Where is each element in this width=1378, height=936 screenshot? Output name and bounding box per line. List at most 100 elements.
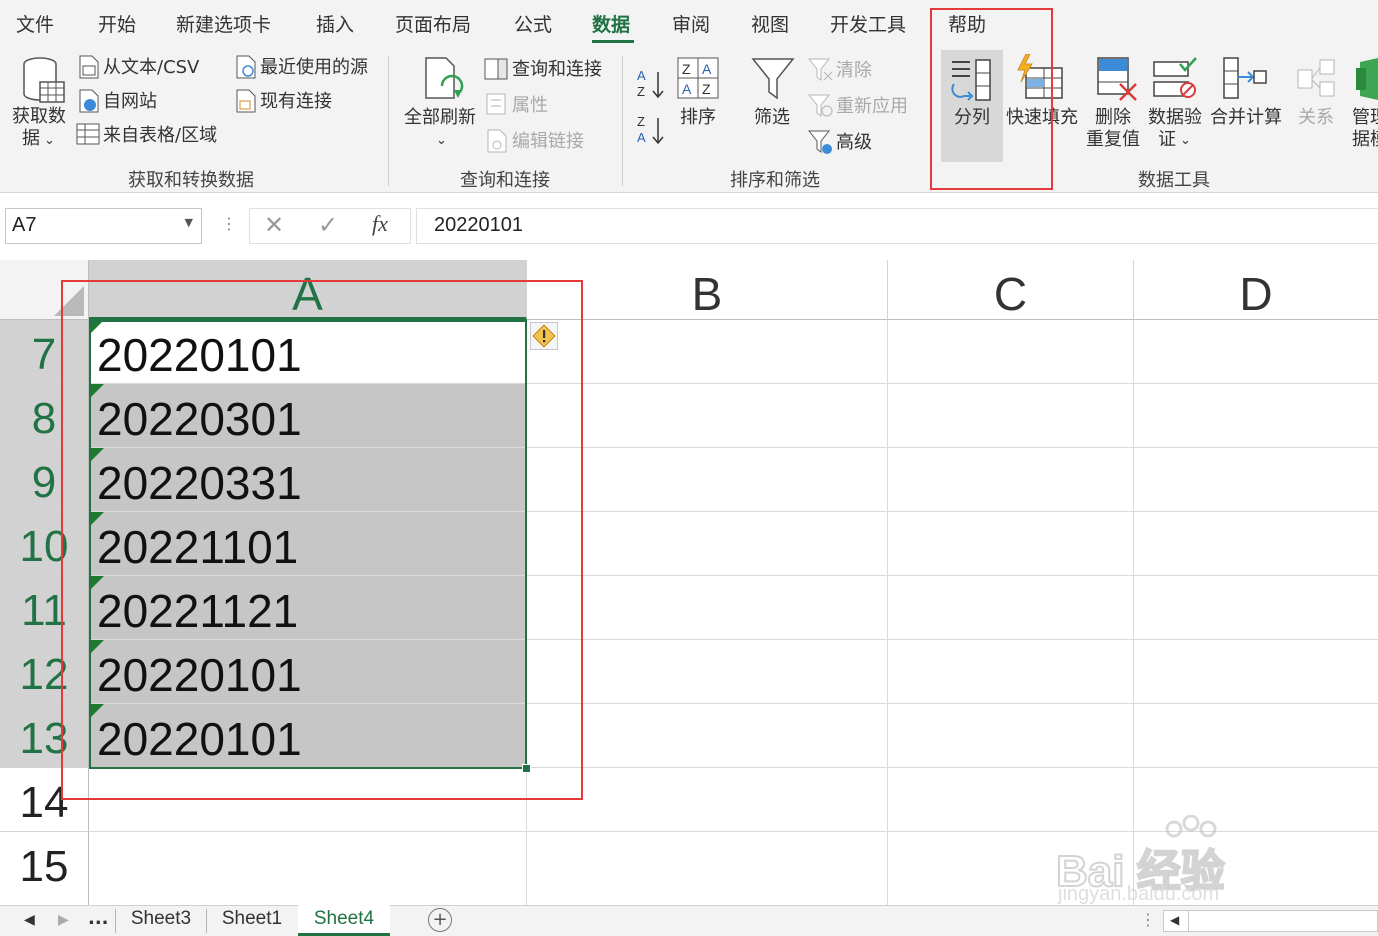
manage-data-model-button[interactable]: 管理 xyxy=(1352,107,1378,129)
existing-connections-button[interactable]: 现有连接 xyxy=(260,91,332,113)
svg-text:A: A xyxy=(702,61,712,77)
advanced-button[interactable]: 高级 xyxy=(836,132,872,154)
web-icon xyxy=(79,89,99,113)
queries-connections-icon xyxy=(484,58,508,80)
from-table-range-button[interactable]: 来自表格/区域 xyxy=(103,125,217,147)
reapply-button[interactable]: 重新应用 xyxy=(836,96,908,118)
tab-page-layout[interactable]: 页面布局 xyxy=(395,10,471,37)
cell[interactable] xyxy=(888,448,1134,512)
cell[interactable] xyxy=(888,512,1134,576)
svg-text:Z: Z xyxy=(682,61,691,77)
tab-home[interactable]: 开始 xyxy=(98,10,136,37)
cell[interactable] xyxy=(888,576,1134,640)
data-validation-button-line2[interactable]: 证 xyxy=(1158,129,1176,151)
cell[interactable] xyxy=(888,384,1134,448)
sheet-tab-sheet1[interactable]: Sheet1 xyxy=(207,906,297,936)
cell[interactable] xyxy=(527,832,888,905)
properties-icon xyxy=(486,93,506,115)
chevron-down-icon: ⌄ xyxy=(436,133,447,148)
from-text-csv-button[interactable]: 从文本/CSV xyxy=(103,57,199,79)
recent-sources-icon xyxy=(236,55,256,79)
svg-text:A: A xyxy=(682,81,692,97)
sheet-tab-sheet4[interactable]: Sheet4 xyxy=(298,906,390,936)
remove-duplicates-button[interactable]: 删除 xyxy=(1095,107,1131,129)
scroll-left-icon[interactable]: ◀ xyxy=(24,912,35,928)
insert-function-button[interactable]: fx xyxy=(372,211,388,237)
enter-check-icon[interactable]: ✓ xyxy=(318,211,338,239)
filter-icon xyxy=(751,58,795,100)
tab-insert[interactable]: 插入 xyxy=(316,10,354,37)
clear-button[interactable]: 清除 xyxy=(836,60,872,82)
queries-connections-button[interactable]: 查询和连接 xyxy=(512,59,602,81)
edit-links-button[interactable]: 编辑链接 xyxy=(512,131,584,153)
cell-a15[interactable] xyxy=(89,832,527,905)
formula-value: 20220101 xyxy=(434,214,523,236)
watermark: Bai 经验 jingyan.baidu.com xyxy=(1055,815,1316,905)
consolidate-button[interactable]: 合并计算 xyxy=(1210,107,1282,129)
tab-file[interactable]: 文件 xyxy=(16,10,54,37)
add-sheet-icon[interactable]: + xyxy=(428,908,452,932)
get-data-button[interactable]: 获取数 xyxy=(12,106,66,128)
more-sheets-button[interactable]: ... xyxy=(88,908,109,929)
refresh-all-button[interactable]: 全部刷新 xyxy=(404,107,476,129)
group-label-sort-filter: 排序和筛选 xyxy=(730,170,820,191)
remove-duplicates-button-line2[interactable]: 重复值 xyxy=(1086,129,1140,151)
cell[interactable] xyxy=(1134,640,1378,704)
name-box-dropdown-icon[interactable]: ▼ xyxy=(185,216,193,229)
manage-data-model-button-line2[interactable]: 据模 xyxy=(1352,129,1378,151)
relationships-button[interactable]: 关系 xyxy=(1298,107,1334,129)
cell[interactable] xyxy=(888,640,1134,704)
svg-text:Z: Z xyxy=(702,81,711,97)
group-label-data-tools: 数据工具 xyxy=(1138,170,1210,191)
tab-view[interactable]: 视图 xyxy=(751,10,789,37)
highlight-box-data-range xyxy=(61,280,583,800)
ribbon-tab-bar: 文件 开始 新建选项卡 插入 页面布局 公式 数据 审阅 视图 开发工具 帮助 xyxy=(0,0,1378,46)
tab-formulas[interactable]: 公式 xyxy=(514,10,552,37)
data-validation-icon xyxy=(1153,57,1197,98)
from-web-button[interactable]: 自网站 xyxy=(103,91,157,113)
cell[interactable] xyxy=(1134,320,1378,384)
cell[interactable] xyxy=(1134,576,1378,640)
splitter-grip-icon[interactable]: ⋮ xyxy=(1140,910,1156,929)
table-icon xyxy=(76,123,100,145)
sort-button[interactable]: 排序 xyxy=(680,107,716,129)
row-header[interactable]: 15 xyxy=(0,832,89,905)
filter-button[interactable]: 筛选 xyxy=(754,107,790,129)
watermark-url: jingyan.baidu.com xyxy=(1058,883,1220,905)
name-box[interactable]: A7 ▼ xyxy=(5,208,202,244)
scrollbar-left-arrow-icon[interactable]: ◀ xyxy=(1170,913,1179,927)
tab-review[interactable]: 审阅 xyxy=(672,10,710,37)
scroll-right-icon[interactable]: ▶ xyxy=(58,912,69,928)
clear-filter-icon xyxy=(808,58,833,81)
recent-sources-button[interactable]: 最近使用的源 xyxy=(260,57,368,79)
tab-developer[interactable]: 开发工具 xyxy=(830,10,906,37)
cell[interactable] xyxy=(1134,512,1378,576)
cell[interactable] xyxy=(1134,704,1378,768)
chevron-down-icon: ⌄ xyxy=(44,133,55,148)
cell[interactable] xyxy=(888,704,1134,768)
tab-new[interactable]: 新建选项卡 xyxy=(176,10,271,37)
properties-button[interactable]: 属性 xyxy=(512,95,548,117)
data-model-icon xyxy=(1356,58,1378,100)
tab-data[interactable]: 数据 xyxy=(592,10,630,37)
cell[interactable] xyxy=(1134,384,1378,448)
svg-text:Z: Z xyxy=(637,84,645,99)
cell[interactable] xyxy=(888,320,1134,384)
data-validation-button[interactable]: 数据验 xyxy=(1148,107,1202,129)
cancel-icon[interactable]: ✕ xyxy=(264,211,284,239)
remove-duplicates-icon xyxy=(1097,57,1137,101)
get-data-button-line2[interactable]: 据 xyxy=(22,128,40,150)
horizontal-scrollbar[interactable]: ◀ xyxy=(1163,910,1378,932)
active-tab-indicator xyxy=(592,40,634,43)
cell[interactable] xyxy=(1134,448,1378,512)
group-separator xyxy=(622,56,623,186)
formula-input[interactable]: 20220101 xyxy=(416,208,1378,244)
reapply-icon xyxy=(808,94,833,117)
sheet-tab-sheet3[interactable]: Sheet3 xyxy=(116,906,206,936)
database-table-icon xyxy=(23,57,65,103)
text-file-icon xyxy=(79,55,99,79)
existing-connections-icon xyxy=(236,89,256,113)
column-header-c[interactable]: C xyxy=(888,260,1134,320)
column-header-d[interactable]: D xyxy=(1134,260,1378,320)
group-label-queries: 查询和连接 xyxy=(460,170,550,191)
